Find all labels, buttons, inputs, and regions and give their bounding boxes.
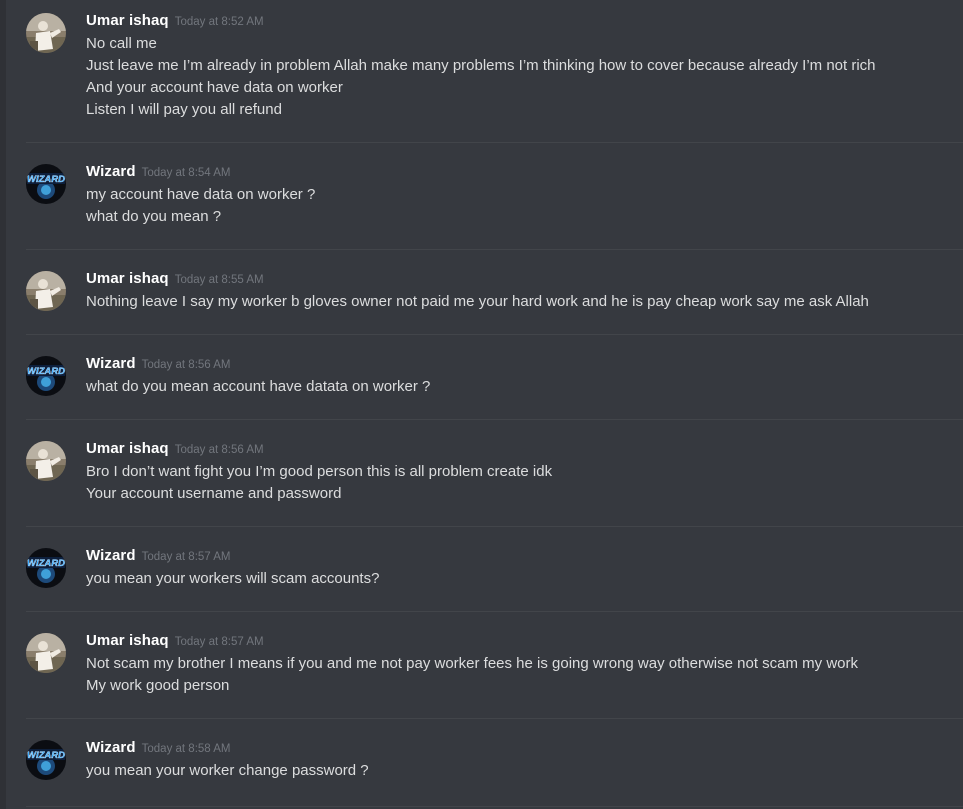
message-content: Nothing leave I say my worker b gloves o…: [86, 291, 943, 313]
message-line: My work good person: [86, 677, 230, 694]
message-group: WIZARD Wizard Today at 8:58 AM you mean yo…: [0, 727, 963, 809]
message-divider: [26, 806, 963, 807]
message-content: Bro I don’t want fight you I’m good pers…: [86, 461, 943, 505]
message-content: you mean your workers will scam accounts…: [86, 568, 943, 590]
wizard-logo-avatar[interactable]: WIZARD: [26, 164, 66, 204]
message-divider: [26, 249, 963, 250]
message-timestamp: Today at 8:52 AM: [174, 16, 264, 28]
message-header: Wizard Today at 8:56 AM: [86, 355, 231, 375]
message-divider: [26, 526, 963, 527]
message-line: And your account have data on worker: [86, 79, 343, 96]
message-line: Listen I will pay you all refund: [86, 101, 282, 118]
message-line: Your account username and password: [86, 485, 342, 502]
message-group: WIZARD Wizard Today at 8:54 AM my account …: [0, 151, 963, 251]
message-timestamp: Today at 8:56 AM: [174, 444, 264, 456]
svg-text:WIZARD: WIZARD: [27, 558, 65, 569]
username[interactable]: Umar ishaq: [86, 440, 169, 457]
message-timestamp: Today at 8:56 AM: [141, 359, 231, 371]
message-group: Umar ishaq Today at 8:56 AM Bro I don’t wa…: [0, 428, 963, 528]
message-header: Umar ishaq Today at 8:57 AM: [86, 632, 264, 652]
message-content: what do you mean account have datata on …: [86, 376, 943, 398]
message-line: Not scam my brother I means if you and m…: [86, 655, 858, 672]
message-divider: [26, 419, 963, 420]
message-header: Wizard Today at 8:57 AM: [86, 547, 231, 567]
message-timestamp: Today at 8:54 AM: [141, 167, 231, 179]
svg-text:WIZARD: WIZARD: [27, 750, 65, 761]
username[interactable]: Wizard: [86, 547, 136, 564]
message-line: what do you mean ?: [86, 208, 222, 225]
message-divider: [26, 718, 963, 719]
message-line: Bro I don’t want fight you I’m good pers…: [86, 463, 553, 480]
message-divider: [26, 334, 963, 335]
message-group: Umar ishaq Today at 8:57 AM Not scam my br…: [0, 620, 963, 720]
username[interactable]: Wizard: [86, 739, 136, 756]
message-content: Not scam my brother I means if you and m…: [86, 653, 943, 697]
message-line: my account have data on worker ?: [86, 186, 316, 203]
message-divider: [26, 142, 963, 143]
message-timestamp: Today at 8:55 AM: [174, 274, 264, 286]
message-group: Umar ishaq Today at 8:52 AM No call me Just…: [0, 0, 963, 118]
message-line: Nothing leave I say my worker b gloves o…: [86, 293, 869, 310]
message-header: Wizard Today at 8:54 AM: [86, 163, 231, 183]
message-line: No call me: [86, 35, 157, 52]
message-content: No call me Just leave me I’m already in p…: [86, 33, 943, 121]
user-photo-avatar[interactable]: [26, 13, 66, 53]
user-photo-avatar[interactable]: [26, 271, 66, 311]
message-line: Just leave me I’m already in problem All…: [86, 57, 876, 74]
wizard-logo-avatar[interactable]: WIZARD: [26, 548, 66, 588]
message-timestamp: Today at 8:57 AM: [141, 551, 231, 563]
username[interactable]: Wizard: [86, 163, 136, 180]
username[interactable]: Umar ishaq: [86, 632, 169, 649]
message-header: Umar ishaq Today at 8:52 AM: [86, 12, 264, 32]
user-photo-avatar[interactable]: [26, 441, 66, 481]
message-line: you mean your workers will scam accounts…: [86, 570, 380, 587]
wizard-logo-avatar[interactable]: WIZARD: [26, 356, 66, 396]
svg-text:WIZARD: WIZARD: [27, 366, 65, 377]
message-header: Wizard Today at 8:58 AM: [86, 739, 231, 759]
message-line: you mean your worker change password ?: [86, 762, 369, 779]
wizard-logo-avatar[interactable]: WIZARD: [26, 740, 66, 780]
message-line: what do you mean account have datata on …: [86, 378, 431, 395]
chat-message-list: Umar ishaq Today at 8:52 AM No call me Just…: [0, 0, 963, 809]
message-header: Umar ishaq Today at 8:56 AM: [86, 440, 264, 460]
username[interactable]: Wizard: [86, 355, 136, 372]
message-timestamp: Today at 8:58 AM: [141, 743, 231, 755]
user-photo-avatar[interactable]: [26, 633, 66, 673]
message-timestamp: Today at 8:57 AM: [174, 636, 264, 648]
svg-text:WIZARD: WIZARD: [27, 174, 65, 185]
username[interactable]: Umar ishaq: [86, 12, 169, 29]
message-content: my account have data on worker ? what do …: [86, 184, 943, 228]
message-divider: [26, 611, 963, 612]
username[interactable]: Umar ishaq: [86, 270, 169, 287]
message-header: Umar ishaq Today at 8:55 AM: [86, 270, 264, 290]
message-content: you mean your worker change password ?: [86, 760, 943, 782]
